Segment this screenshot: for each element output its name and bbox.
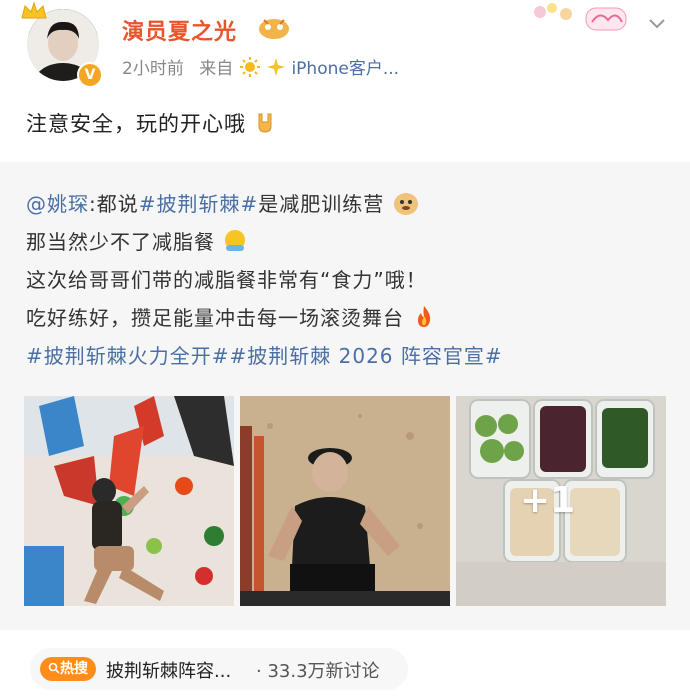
username[interactable]: 演员夏之光 (122, 14, 237, 46)
doge-emoji-icon (393, 193, 418, 215)
post-text: 注意安全，玩的开心哦 (26, 108, 278, 138)
search-icon (48, 662, 60, 674)
post-header: V 演员夏之光 2小时前 来自 iPhone客户... (0, 0, 690, 95)
repost-text: 那当然少不了减脂餐 (26, 230, 215, 254)
rock-hand-emoji-icon (258, 113, 272, 133)
sparkle-icon (267, 58, 286, 76)
repost-text: 吃好练好，攒足能量冲击每一场滚烫舞台 (26, 306, 404, 330)
repost-line-1: @姚琛:都说#披荆斩棘#是减肥训练营 (26, 188, 420, 217)
repost-text: 是减肥训练营 (258, 192, 385, 216)
repost-line-3: 这次给哥哥们带的减脂餐非常有“食力”哦！ (26, 268, 427, 292)
fan-badge-icon (259, 19, 289, 39)
post-meta: 2小时前 来自 iPhone客户... (122, 54, 399, 79)
hashtag-link[interactable]: #披荆斩棘# (139, 192, 259, 216)
photo-gym[interactable] (240, 396, 450, 606)
photo-climbing[interactable] (24, 396, 234, 606)
chevron-down-icon[interactable] (648, 18, 666, 30)
repost-line-2: 那当然少不了减脂餐 (26, 226, 248, 255)
more-photos-count[interactable]: +1 (520, 480, 575, 521)
verified-badge-icon: V (77, 62, 103, 88)
crown-icon (21, 1, 47, 19)
hot-search-pill[interactable]: 热搜 披荆斩棘阵容... · 33.3万新讨论 (30, 648, 408, 690)
hot-badge-label: 热搜 (60, 661, 88, 677)
hot-search-topic: 披荆斩棘阵容... (106, 661, 232, 682)
eating-emoji-icon (225, 230, 246, 251)
mention-link[interactable]: @姚琛 (26, 192, 89, 216)
post-source[interactable]: iPhone客户... (291, 59, 399, 79)
hashtag-link[interactable]: #披荆斩棘火力全开##披荆斩棘 2026 阵容官宣# (26, 344, 503, 368)
sun-icon (239, 57, 260, 77)
holiday-decoration-icon (534, 3, 627, 31)
post-time: 2小时前 (122, 59, 184, 79)
fire-emoji-icon (418, 306, 431, 327)
hot-search-badge: 热搜 (40, 657, 96, 681)
repost-line-4: 吃好练好，攒足能量冲击每一场滚烫舞台 (26, 302, 437, 331)
repost-line-5: #披荆斩棘火力全开##披荆斩棘 2026 阵容官宣# (26, 340, 503, 369)
post-footer: 热搜 披荆斩棘阵容... · 33.3万新讨论 (0, 630, 690, 699)
hot-search-count: · 33.3万新讨论 (256, 661, 380, 682)
from-label: 来自 (199, 59, 234, 79)
post-body: 注意安全，玩的开心哦 (26, 112, 246, 136)
repost-text: :都说 (89, 192, 139, 216)
